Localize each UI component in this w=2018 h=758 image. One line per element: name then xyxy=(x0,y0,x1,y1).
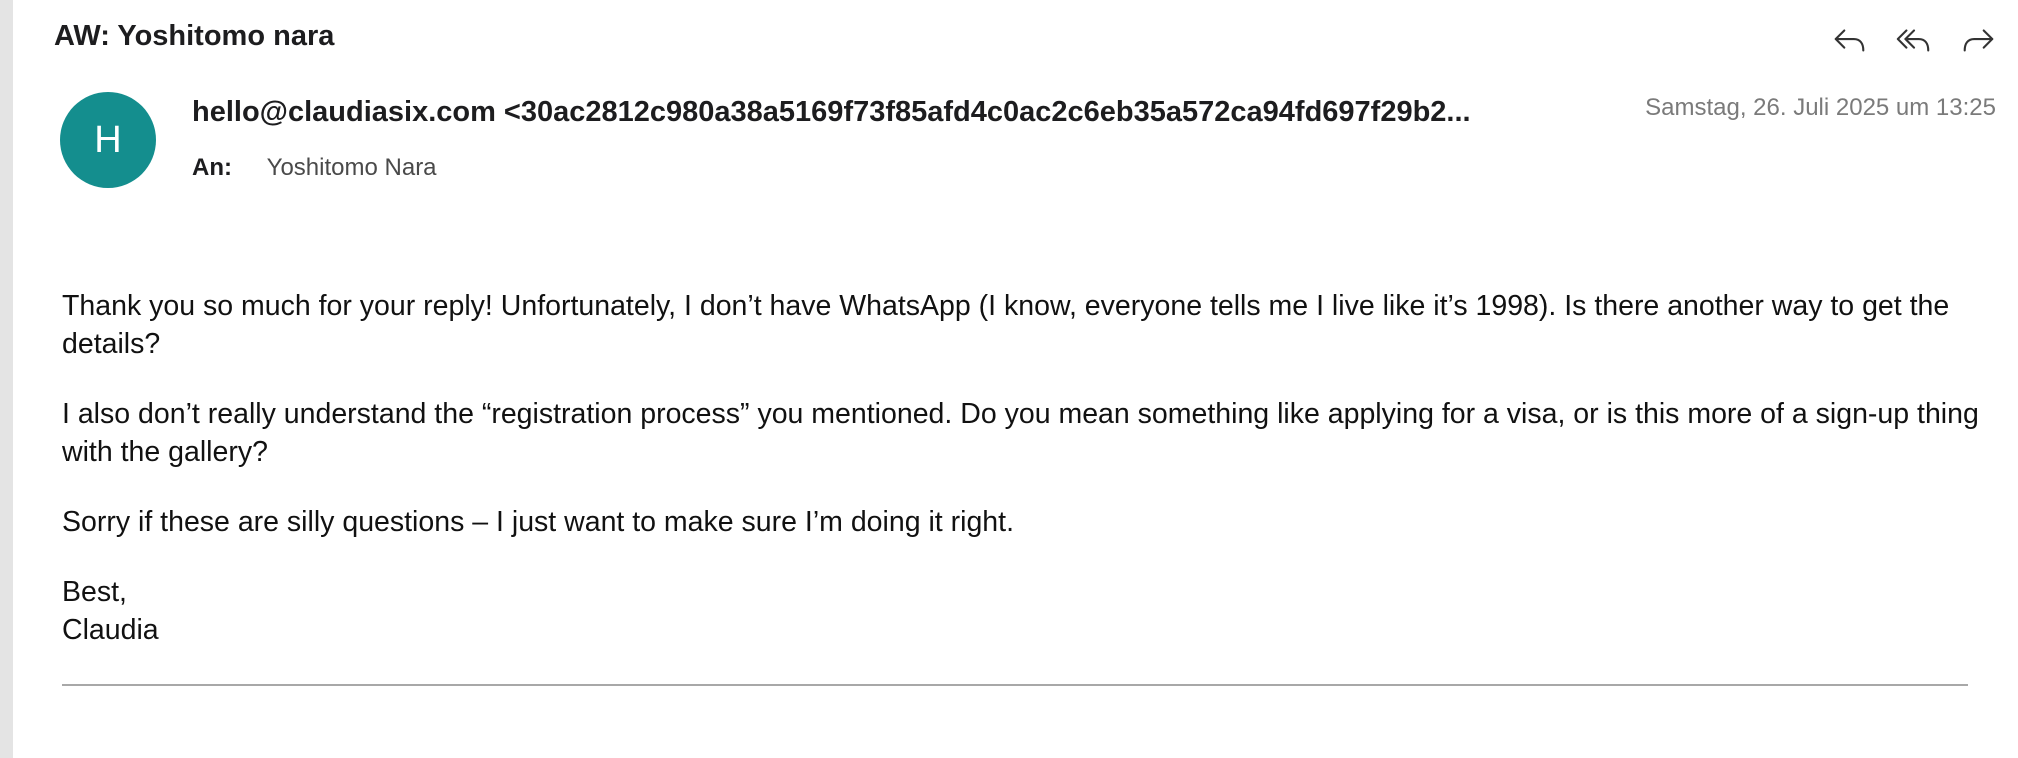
signature: Claudia xyxy=(62,614,159,646)
email-date: Samstag, 26. Juli 2025 um 13:25 xyxy=(1645,94,1996,121)
reply-icon xyxy=(1834,29,1865,52)
body-paragraph-3: Sorry if these are silly questions – I j… xyxy=(62,506,1014,538)
closing: Best, xyxy=(62,576,127,608)
left-sidebar-edge xyxy=(0,0,13,758)
reply-all-button[interactable] xyxy=(1892,18,1936,62)
reply-all-icon xyxy=(1896,29,1930,52)
body-paragraph-1: Thank you so much for your reply! Unfort… xyxy=(62,290,1950,360)
quote-divider xyxy=(62,684,1968,686)
recipient-label: An: xyxy=(192,154,232,181)
body-paragraph-2: I also don’t really understand the “regi… xyxy=(62,398,1979,468)
forward-icon xyxy=(1963,29,1994,52)
recipient-row: An: Yoshitomo Nara xyxy=(192,154,437,182)
recipient-name[interactable]: Yoshitomo Nara xyxy=(267,154,437,181)
forward-button[interactable] xyxy=(1956,18,2000,62)
sender-avatar: H xyxy=(60,92,156,188)
avatar-letter: H xyxy=(94,118,122,161)
message-actions xyxy=(1828,18,2000,62)
reply-button[interactable] xyxy=(1828,18,1872,62)
sender-address[interactable]: hello@claudiasix.com <30ac2812c980a38a51… xyxy=(192,96,1572,129)
email-subject: AW: Yoshitomo nara xyxy=(54,20,335,52)
email-body: Thank you so much for your reply! Unfort… xyxy=(62,287,1982,649)
